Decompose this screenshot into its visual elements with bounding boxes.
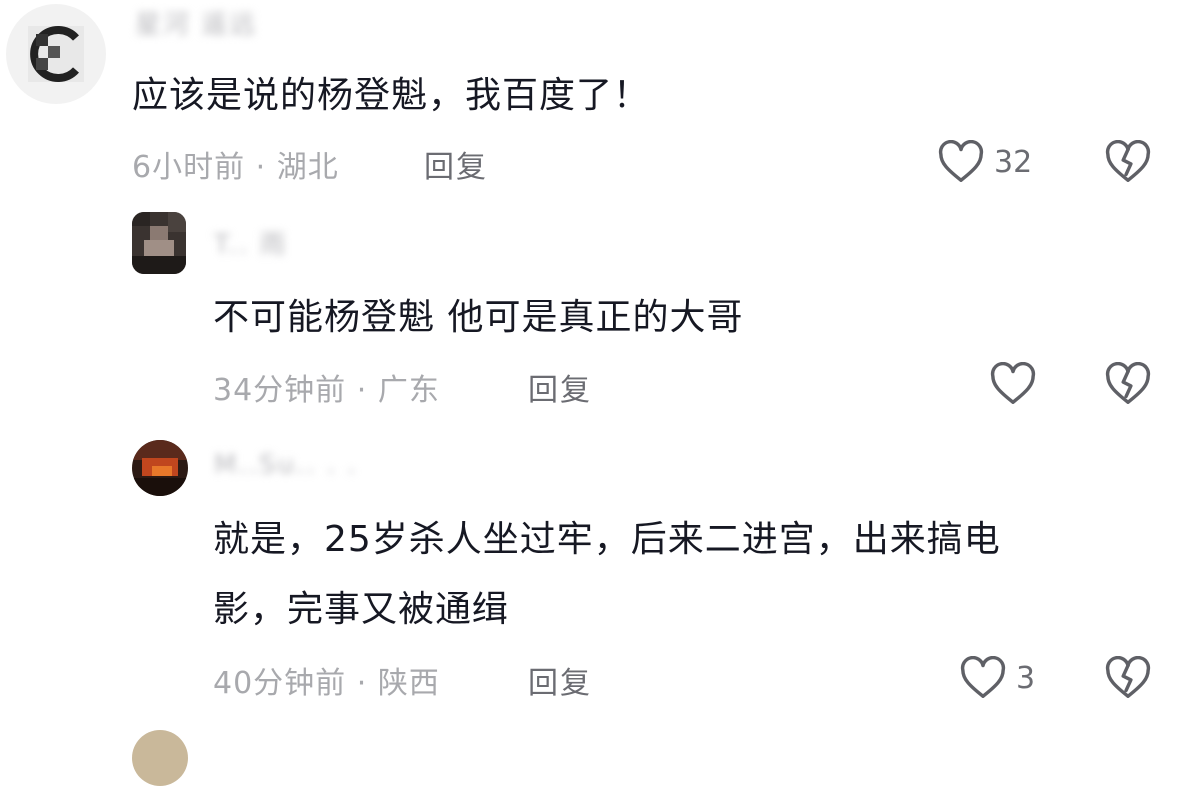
- comment-text: 不可能杨登魁 他可是真正的大哥: [213, 297, 744, 338]
- like-count: 3: [1016, 660, 1036, 696]
- like-button[interactable]: [990, 362, 1046, 406]
- comment-item: 星河 遥远 应该是说的杨登魁，我百度了！ 6小时前 · 湖北 回复 32: [0, 0, 1200, 200]
- comment-time: 34分钟前: [213, 373, 347, 408]
- heart-outline-icon: [938, 140, 984, 182]
- heart-outline-icon: [960, 656, 1006, 698]
- meta-separator: ·: [356, 666, 368, 701]
- avatar[interactable]: [6, 4, 106, 104]
- meta-separator: ·: [255, 150, 267, 185]
- like-button[interactable]: 3: [960, 656, 1035, 700]
- heart-outline-icon: [990, 362, 1036, 404]
- avatar-photo-icon: [132, 440, 188, 496]
- dislike-button[interactable]: [1105, 362, 1151, 406]
- comment-time: 6小时前: [132, 150, 246, 185]
- comment-location: 广东: [377, 373, 440, 408]
- reply-button[interactable]: 回复: [528, 365, 592, 409]
- avatar[interactable]: [132, 730, 188, 786]
- broken-heart-icon: [1105, 140, 1151, 182]
- avatar[interactable]: [132, 440, 188, 496]
- like-count: 32: [994, 144, 1033, 180]
- reply-button[interactable]: 回复: [528, 658, 592, 702]
- comment-text-line-1: 就是，25岁杀人坐过牢，后来二进宫，出来搞电: [213, 519, 1001, 560]
- username[interactable]: M..Su.. . .: [214, 450, 358, 480]
- broken-heart-icon: [1105, 656, 1151, 698]
- broken-heart-icon: [1105, 362, 1151, 404]
- comment-time: 40分钟前: [213, 666, 347, 701]
- reply-comment-item: M..Su.. . . 就是，25岁杀人坐过牢，后来二进宫，出来搞电 影，完事又…: [0, 430, 1200, 786]
- meta-separator: ·: [356, 373, 368, 408]
- like-button[interactable]: 32: [938, 140, 1032, 184]
- reply-button[interactable]: 回复: [424, 142, 488, 186]
- username[interactable]: 星河 遥远: [135, 4, 257, 41]
- username[interactable]: T.. 雨: [214, 224, 288, 261]
- avatar[interactable]: [132, 212, 186, 274]
- reply-comment-item: T.. 雨 不可能杨登魁 他可是真正的大哥 34分钟前 · 广东 回复: [0, 200, 1200, 430]
- comment-location: 陕西: [377, 666, 440, 701]
- dislike-button[interactable]: [1105, 140, 1151, 184]
- avatar-photo-icon: [132, 212, 186, 274]
- comment-meta: 40分钟前 · 陕西: [213, 658, 440, 702]
- dislike-button[interactable]: [1105, 656, 1151, 700]
- comment-meta: 6小时前 · 湖北: [132, 142, 339, 186]
- avatar-logo-icon: [28, 26, 84, 82]
- comment-text: 应该是说的杨登魁，我百度了！: [132, 75, 651, 116]
- comment-text-line-2: 影，完事又被通缉: [213, 589, 510, 630]
- comment-meta: 34分钟前 · 广东: [213, 365, 440, 409]
- comment-location: 湖北: [276, 150, 339, 185]
